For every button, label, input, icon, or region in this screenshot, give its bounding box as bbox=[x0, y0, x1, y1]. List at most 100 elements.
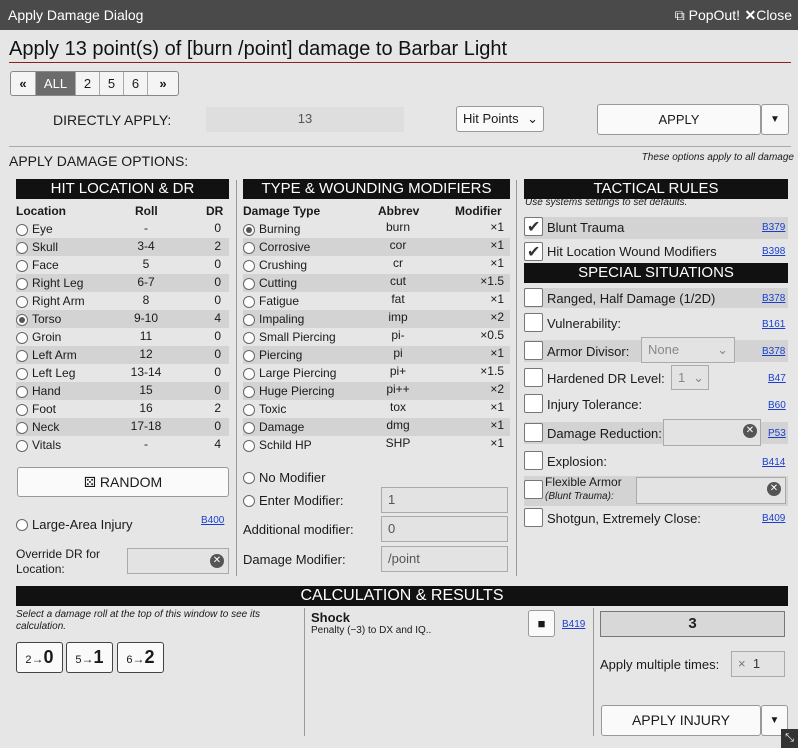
damage-type-radio[interactable] bbox=[243, 260, 255, 272]
blunt-trauma-ref-link[interactable]: B379 bbox=[762, 222, 785, 233]
clear-icon[interactable]: ✕ bbox=[210, 554, 224, 568]
hit-location-radio[interactable] bbox=[16, 422, 28, 434]
popout-button[interactable]: ⧉ PopOut! bbox=[675, 7, 740, 24]
vulnerability-ref-link[interactable]: B161 bbox=[762, 319, 785, 330]
no-modifier-radio[interactable] bbox=[243, 471, 255, 484]
damage-reduction-ref-link[interactable]: P53 bbox=[768, 428, 786, 439]
damage-modifier-input[interactable]: /point bbox=[381, 546, 508, 572]
hit-location-row[interactable]: Neck 17-18 0 bbox=[16, 418, 229, 436]
damage-type-radio[interactable] bbox=[243, 242, 255, 254]
damage-type-row[interactable]: Schild HP SHP ×1 bbox=[243, 436, 510, 454]
close-button[interactable]: ✕Close bbox=[744, 7, 792, 24]
hit-location-row[interactable]: Right Leg 6-7 0 bbox=[16, 274, 229, 292]
hit-location-row[interactable]: Eye - 0 bbox=[16, 220, 229, 238]
ranged-checkbox[interactable] bbox=[524, 288, 543, 307]
vulnerability-checkbox[interactable] bbox=[524, 313, 543, 332]
hit-location-row[interactable]: Hand 15 0 bbox=[16, 382, 229, 400]
damage-type-row[interactable]: Large Piercing pi+ ×1.5 bbox=[243, 364, 510, 382]
hit-location-row[interactable]: Skull 3-4 2 bbox=[16, 238, 229, 256]
hit-location-radio[interactable] bbox=[16, 404, 28, 416]
damage-type-radio[interactable] bbox=[243, 278, 255, 290]
damage-type-radio[interactable] bbox=[243, 422, 255, 434]
explosion-checkbox[interactable] bbox=[524, 451, 543, 470]
hit-location-wound-checkbox[interactable] bbox=[524, 242, 543, 262]
ranged-ref-link[interactable]: B378 bbox=[762, 293, 785, 304]
hit-location-row[interactable]: Left Leg 13-14 0 bbox=[16, 364, 229, 382]
pager-first-button[interactable]: « bbox=[11, 72, 36, 95]
shotgun-ref-link[interactable]: B409 bbox=[762, 513, 785, 524]
hit-location-radio[interactable] bbox=[16, 260, 28, 272]
roll-result-button[interactable]: 2→0 bbox=[16, 642, 63, 673]
explosion-ref-link[interactable]: B414 bbox=[762, 457, 785, 468]
damage-type-row[interactable]: Crushing cr ×1 bbox=[243, 256, 510, 274]
hit-location-row[interactable]: Left Arm 12 0 bbox=[16, 346, 229, 364]
pager-roll-button[interactable]: 5 bbox=[100, 72, 124, 95]
no-modifier-option[interactable]: No Modifier bbox=[243, 470, 325, 485]
damage-type-radio[interactable] bbox=[243, 332, 255, 344]
hit-location-wound-ref-link[interactable]: B398 bbox=[762, 246, 785, 257]
large-area-ref-link[interactable]: B400 bbox=[201, 515, 224, 526]
damage-type-row[interactable]: Corrosive cor ×1 bbox=[243, 238, 510, 256]
injury-tolerance-checkbox[interactable] bbox=[524, 394, 543, 413]
direct-apply-value[interactable]: 13 bbox=[206, 107, 404, 132]
large-area-option[interactable]: Large-Area Injury bbox=[16, 517, 132, 532]
clear-icon[interactable]: ✕ bbox=[743, 424, 757, 438]
large-area-radio[interactable] bbox=[16, 518, 28, 531]
blunt-trauma-checkbox[interactable] bbox=[524, 217, 543, 237]
pager-last-button[interactable]: » bbox=[148, 72, 178, 95]
damage-type-radio[interactable] bbox=[243, 224, 255, 236]
damage-type-row[interactable]: Cutting cut ×1.5 bbox=[243, 274, 510, 292]
hit-location-row[interactable]: Face 5 0 bbox=[16, 256, 229, 274]
clear-icon[interactable]: ✕ bbox=[767, 482, 781, 496]
damage-type-row[interactable]: Burning burn ×1 bbox=[243, 220, 510, 238]
enter-modifier-input[interactable]: 1 bbox=[381, 487, 508, 513]
hit-location-row[interactable]: Groin 11 0 bbox=[16, 328, 229, 346]
additional-modifier-input[interactable]: 0 bbox=[381, 516, 508, 542]
damage-type-row[interactable]: Piercing pi ×1 bbox=[243, 346, 510, 364]
hit-location-radio[interactable] bbox=[16, 224, 28, 236]
apply-multiple-input[interactable]: × 1 bbox=[731, 651, 785, 677]
shotgun-checkbox[interactable] bbox=[524, 508, 543, 527]
hit-location-row[interactable]: Vitals - 4 bbox=[16, 436, 229, 454]
hit-location-radio[interactable] bbox=[16, 368, 28, 380]
hardened-dr-select[interactable]: 1 ⌄ bbox=[671, 365, 709, 390]
hit-location-radio[interactable] bbox=[16, 314, 28, 326]
hit-location-row[interactable]: Right Arm 8 0 bbox=[16, 292, 229, 310]
roll-result-button[interactable]: 5→1 bbox=[66, 642, 113, 673]
apply-injury-button[interactable]: APPLY INJURY bbox=[601, 705, 761, 736]
damage-type-row[interactable]: Damage dmg ×1 bbox=[243, 418, 510, 436]
roll-result-button[interactable]: 6→2 bbox=[117, 642, 164, 673]
armor-divisor-ref-link[interactable]: B378 bbox=[762, 346, 785, 357]
flexible-armor-input[interactable] bbox=[636, 477, 786, 504]
hit-location-row[interactable]: Foot 16 2 bbox=[16, 400, 229, 418]
pager-roll-button[interactable]: 6 bbox=[124, 72, 148, 95]
pool-select[interactable]: Hit Points ⌄ bbox=[456, 106, 544, 132]
hit-location-radio[interactable] bbox=[16, 440, 28, 452]
damage-type-radio[interactable] bbox=[243, 296, 255, 308]
armor-divisor-select[interactable]: None ⌄ bbox=[641, 337, 735, 363]
hit-location-radio[interactable] bbox=[16, 278, 28, 290]
damage-type-radio[interactable] bbox=[243, 404, 255, 416]
flexible-armor-checkbox[interactable] bbox=[524, 480, 543, 499]
hit-location-row[interactable]: Torso 9-10 4 bbox=[16, 310, 229, 328]
damage-type-row[interactable]: Impaling imp ×2 bbox=[243, 310, 510, 328]
damage-type-row[interactable]: Small Piercing pi- ×0.5 bbox=[243, 328, 510, 346]
injury-tolerance-ref-link[interactable]: B60 bbox=[768, 400, 786, 411]
chat-button[interactable]: ■ bbox=[528, 610, 555, 637]
hardened-dr-ref-link[interactable]: B47 bbox=[768, 373, 786, 384]
shock-ref-link[interactable]: B419 bbox=[562, 619, 585, 630]
apply-dropdown-button[interactable]: ▼ bbox=[761, 104, 789, 135]
hit-location-radio[interactable] bbox=[16, 296, 28, 308]
damage-type-row[interactable]: Fatigue fat ×1 bbox=[243, 292, 510, 310]
damage-type-row[interactable]: Toxic tox ×1 bbox=[243, 400, 510, 418]
armor-divisor-checkbox[interactable] bbox=[524, 341, 543, 360]
damage-type-radio[interactable] bbox=[243, 386, 255, 398]
apply-button[interactable]: APPLY bbox=[597, 104, 761, 135]
random-button[interactable]: ⚄ RANDOM bbox=[17, 467, 229, 497]
enter-modifier-option[interactable]: Enter Modifier: bbox=[243, 493, 344, 508]
damage-type-radio[interactable] bbox=[243, 314, 255, 326]
damage-reduction-checkbox[interactable] bbox=[524, 423, 543, 442]
damage-type-radio[interactable] bbox=[243, 368, 255, 380]
hardened-dr-checkbox[interactable] bbox=[524, 368, 543, 387]
hit-location-radio[interactable] bbox=[16, 242, 28, 254]
